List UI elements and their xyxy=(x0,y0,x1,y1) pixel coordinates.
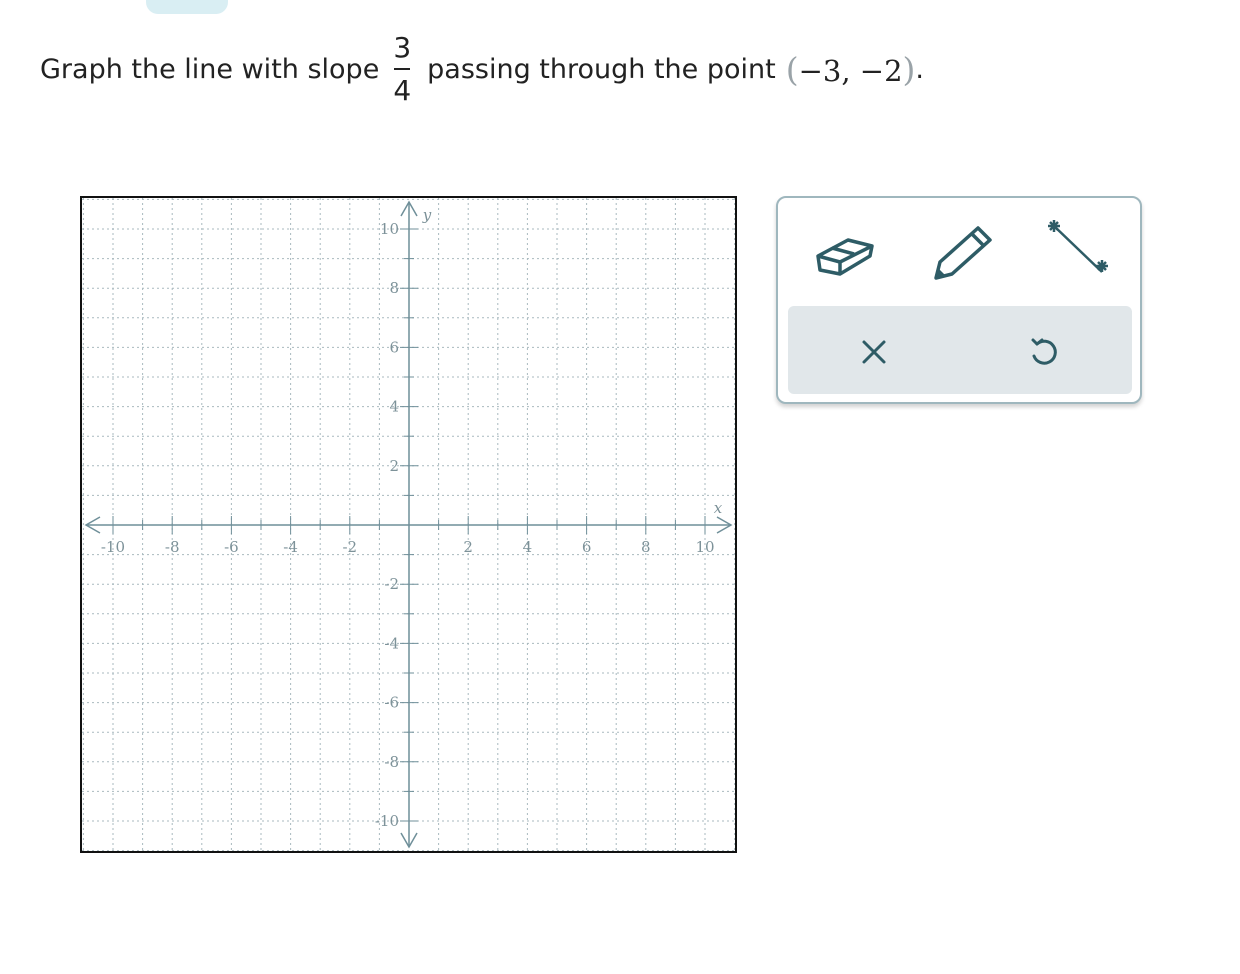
question-prefix: Graph the line with slope xyxy=(40,53,380,85)
y-tick-label: -4 xyxy=(384,634,399,652)
x-tick-label: 2 xyxy=(463,538,473,556)
y-tick-label: -2 xyxy=(384,575,399,593)
x-tick-label: 8 xyxy=(641,538,651,556)
open-paren: ( xyxy=(785,49,799,89)
eraser-tool[interactable] xyxy=(796,216,886,286)
close-icon xyxy=(862,340,886,364)
eraser-icon xyxy=(816,238,874,276)
x-tick-label: -8 xyxy=(165,538,180,556)
question-text: Graph the line with slope 3 4 passing th… xyxy=(40,24,924,114)
x-axis-label: x xyxy=(714,499,723,517)
slope-fraction: 3 4 xyxy=(393,31,411,107)
tool-panel xyxy=(776,196,1142,404)
close-paren: ) xyxy=(902,49,916,89)
point-expression: (−3, −2) xyxy=(786,50,916,89)
undo-button[interactable] xyxy=(1022,330,1066,374)
top-tab[interactable] xyxy=(146,0,228,14)
y-tick-label: -6 xyxy=(384,694,399,712)
slope-denominator: 4 xyxy=(393,74,412,107)
action-bar xyxy=(788,306,1132,394)
line-tool[interactable] xyxy=(1036,216,1126,286)
x-tick-label: 10 xyxy=(695,538,714,556)
coordinate-plane[interactable]: -10 -8 -6 -4 -2 2 4 6 8 10 10 8 6 4 2 -2 -4 -6 -8 -10 x y xyxy=(82,198,735,851)
y-tick-label: 4 xyxy=(389,398,399,416)
fraction-bar xyxy=(394,68,411,70)
x-tick-label: 4 xyxy=(523,538,533,556)
x-tick-label: -6 xyxy=(224,538,239,556)
x-tick-label: 6 xyxy=(582,538,592,556)
undo-icon xyxy=(1031,338,1057,365)
period: . xyxy=(915,53,924,85)
point-coordinates: −3, −2 xyxy=(798,53,903,88)
clear-button[interactable] xyxy=(852,330,896,374)
x-tick-label: -2 xyxy=(342,538,357,556)
graph-area[interactable]: -10 -8 -6 -4 -2 2 4 6 8 10 10 8 6 4 2 -2 -4 -6 -8 -10 x y xyxy=(80,196,737,853)
slope-numerator: 3 xyxy=(393,31,412,64)
line-segment-icon xyxy=(1048,220,1108,273)
pencil-tool[interactable] xyxy=(916,216,1006,286)
y-axis-label: y xyxy=(422,206,432,224)
x-tick-label: -4 xyxy=(283,538,298,556)
y-tick-label: -10 xyxy=(375,812,399,830)
x-tick-label: -10 xyxy=(101,538,125,556)
y-tick-label: 2 xyxy=(389,457,399,475)
y-tick-label: 10 xyxy=(380,220,399,238)
y-tick-label: 8 xyxy=(389,279,399,297)
y-tick-label: 6 xyxy=(389,338,399,356)
question-middle: passing through the point xyxy=(427,53,776,85)
y-tick-label: -8 xyxy=(384,753,399,771)
pencil-icon xyxy=(934,226,992,280)
